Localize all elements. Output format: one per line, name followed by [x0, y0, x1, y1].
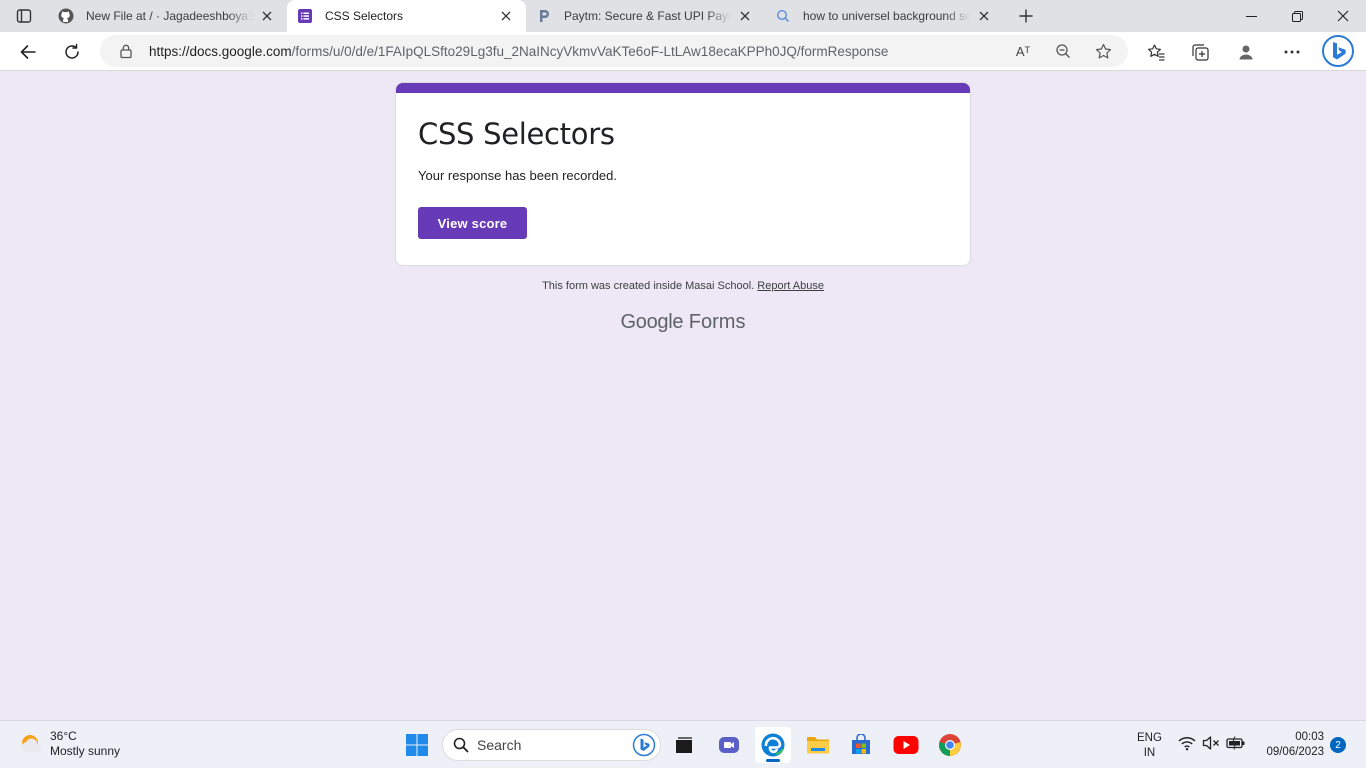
- tab-close-icon[interactable]: [735, 6, 755, 26]
- weather-text: 36°C Mostly sunny: [50, 729, 120, 759]
- bing-copilot-icon[interactable]: [1322, 35, 1354, 67]
- store-icon: [852, 734, 870, 754]
- bing-icon: [632, 733, 656, 757]
- edge-icon: [761, 733, 785, 757]
- google-forms-logo[interactable]: Google Forms: [0, 311, 1366, 334]
- more-menu-icon[interactable]: [1280, 40, 1304, 64]
- tab-actions-button[interactable]: [0, 0, 48, 32]
- search-icon: [775, 8, 791, 24]
- read-aloud-icon[interactable]: Aᵀ: [1013, 41, 1033, 61]
- clock[interactable]: 00:03 09/06/2023: [1258, 730, 1324, 760]
- zoom-out-icon[interactable]: [1053, 41, 1073, 61]
- folder-icon: [807, 737, 829, 754]
- tab-title: CSS Selectors: [325, 9, 404, 23]
- edge-browser-button[interactable]: [755, 727, 791, 763]
- window-controls: [1228, 0, 1366, 32]
- form-footer-note: This form was created inside Masai Schoo…: [0, 280, 1366, 292]
- taskbar-search[interactable]: Search: [442, 729, 661, 761]
- clock-time: 00:03: [1295, 731, 1324, 743]
- windows-logo-icon: [406, 734, 428, 756]
- chrome-button[interactable]: [932, 727, 968, 763]
- teams-chat-button[interactable]: [711, 727, 747, 763]
- profile-avatar-icon[interactable]: [1234, 40, 1258, 64]
- form-response-card: CSS Selectors Your response has been rec…: [395, 82, 971, 266]
- tab-github-new-file[interactable]: New File at / · Jagadeeshboya143: [48, 0, 287, 32]
- clock-date: 09/06/2023: [1266, 746, 1324, 758]
- google-wordmark: Google: [620, 311, 684, 333]
- lock-icon[interactable]: [118, 43, 134, 59]
- youtube-button[interactable]: [888, 727, 924, 763]
- browser-tab-strip: New File at / · Jagadeeshboya143 CSS Sel…: [0, 0, 1366, 32]
- view-score-button[interactable]: View score: [418, 207, 527, 239]
- minimize-icon: [1245, 15, 1257, 17]
- back-arrow-icon: [20, 45, 36, 59]
- language-primary: ENG: [1137, 732, 1162, 744]
- plus-icon: [1019, 9, 1033, 23]
- tab-close-icon[interactable]: [257, 6, 277, 26]
- microsoft-store-button[interactable]: [843, 727, 879, 763]
- created-inside-text: This form was created inside Masai Schoo…: [542, 280, 755, 292]
- github-icon: [58, 8, 74, 24]
- search-icon: [453, 737, 469, 753]
- favorites-icon[interactable]: [1144, 40, 1168, 64]
- chrome-icon: [939, 734, 961, 756]
- form-title: CSS Selectors: [418, 117, 615, 151]
- wifi-icon: [1178, 737, 1196, 751]
- task-view-icon: [676, 737, 692, 753]
- close-icon: [1337, 10, 1349, 22]
- collections-icon[interactable]: [1188, 40, 1212, 64]
- tab-title: Paytm: Secure & Fast UPI Payments: [564, 9, 731, 23]
- favorite-star-icon[interactable]: [1093, 41, 1113, 61]
- forms-wordmark: Forms: [688, 311, 746, 333]
- tab-bing-search[interactable]: how to universel background screen: [765, 0, 1004, 32]
- tab-paytm[interactable]: Paytm: Secure & Fast UPI Payments: [526, 0, 765, 32]
- minimize-button[interactable]: [1228, 0, 1274, 32]
- task-view-button[interactable]: [666, 727, 702, 763]
- paytm-icon: [536, 8, 552, 24]
- tab-title: New File at / · Jagadeeshboya143: [86, 9, 253, 23]
- restore-icon: [1291, 10, 1303, 22]
- close-window-button[interactable]: [1320, 0, 1366, 32]
- youtube-icon: [893, 736, 919, 754]
- card-accent-bar: [396, 83, 970, 93]
- tab-css-selectors[interactable]: CSS Selectors: [287, 0, 526, 32]
- refresh-icon: [65, 43, 79, 59]
- weather-description: Mostly sunny: [50, 744, 121, 758]
- google-forms-icon: [297, 8, 313, 24]
- address-bar[interactable]: https://docs.google.com/forms/u/0/d/e/1F…: [100, 35, 1128, 67]
- read-aloud-label: Aᵀ: [1015, 43, 1031, 59]
- start-button[interactable]: [399, 727, 435, 763]
- url-path: /forms/u/0/d/e/1FAIpQLSfto29Lg3fu_2NaINc…: [291, 44, 889, 59]
- refresh-button[interactable]: [56, 36, 88, 68]
- notification-count-badge[interactable]: 2: [1330, 737, 1346, 753]
- search-placeholder: Search: [477, 737, 522, 753]
- partly-sunny-icon: [21, 735, 42, 753]
- tab-close-icon[interactable]: [496, 6, 516, 26]
- url-text[interactable]: https://docs.google.com/forms/u/0/d/e/1F…: [149, 44, 888, 59]
- language-secondary: IN: [1143, 747, 1156, 759]
- language-indicator[interactable]: ENG IN: [1137, 731, 1162, 761]
- response-recorded-message: Your response has been recorded.: [418, 168, 617, 183]
- new-tab-button[interactable]: [1010, 0, 1042, 32]
- windows-taskbar: 36°C Mostly sunny Search ENG IN 00:03 09…: [0, 720, 1366, 768]
- file-explorer-button[interactable]: [800, 727, 836, 763]
- system-tray[interactable]: [1178, 735, 1246, 751]
- volume-muted-icon: [1202, 736, 1219, 750]
- tab-title: how to universel background screen: [803, 9, 970, 23]
- temperature: 36°C: [50, 729, 77, 743]
- tab-actions-icon: [16, 9, 32, 23]
- video-chat-icon: [719, 737, 739, 753]
- restore-button[interactable]: [1274, 0, 1320, 32]
- battery-icon: [1226, 736, 1245, 750]
- browser-toolbar: https://docs.google.com/forms/u/0/d/e/1F…: [0, 32, 1366, 71]
- weather-widget[interactable]: 36°C Mostly sunny: [18, 729, 120, 759]
- tab-close-icon[interactable]: [974, 6, 994, 26]
- report-abuse-link[interactable]: Report Abuse: [757, 280, 824, 292]
- url-host: https://docs.google.com: [149, 44, 292, 59]
- back-button[interactable]: [12, 36, 44, 68]
